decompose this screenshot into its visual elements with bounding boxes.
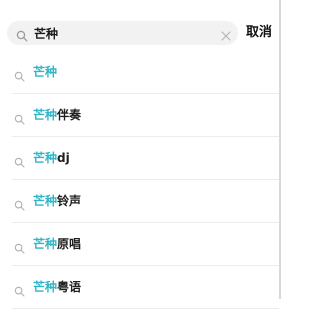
suggestion-item[interactable]: 芒种 (0, 51, 279, 94)
suggestion-item[interactable]: 芒种伴奏 (0, 94, 279, 137)
suggestion-list: 芒种 芒种伴奏 芒种dj 芒种铃声 芒种原唱 芒种粤语 (0, 51, 279, 309)
search-icon (14, 239, 25, 254)
search-box[interactable] (7, 21, 238, 45)
suggestion-match: 芒种 (33, 237, 58, 251)
suggestion-item[interactable]: 芒种铃声 (0, 180, 279, 223)
suggestion-item[interactable]: 芒种原唱 (0, 223, 279, 266)
search-icon (14, 110, 25, 125)
search-icon (16, 27, 28, 42)
search-icon (14, 196, 25, 211)
suggestion-text: 芒种粤语 (33, 279, 81, 295)
suggestion-rest: dj (57, 151, 70, 165)
suggestion-text: 芒种铃声 (33, 193, 81, 209)
search-icon (14, 153, 25, 168)
search-icon (14, 282, 25, 297)
search-input[interactable] (34, 23, 214, 43)
suggestion-rest: 原唱 (57, 237, 82, 251)
suggestion-match: 芒种 (33, 151, 58, 165)
suggestion-rest: 伴奏 (57, 108, 82, 122)
suggestion-rest: 铃声 (57, 194, 82, 208)
suggestion-match: 芒种 (33, 65, 58, 79)
scroll-edge (279, 0, 281, 299)
close-icon[interactable] (220, 27, 232, 41)
suggestion-match: 芒种 (33, 108, 58, 122)
suggestion-rest: 粤语 (57, 280, 82, 294)
suggestion-text: 芒种 (33, 64, 57, 80)
suggestion-text: 芒种dj (33, 150, 70, 166)
suggestion-match: 芒种 (33, 280, 58, 294)
suggestion-item[interactable]: 芒种dj (0, 137, 279, 180)
suggestion-match: 芒种 (33, 194, 58, 208)
cancel-button[interactable]: 取消 (246, 24, 272, 42)
search-icon (14, 67, 25, 82)
suggestion-text: 芒种伴奏 (33, 107, 81, 123)
suggestion-text: 芒种原唱 (33, 236, 81, 252)
suggestion-item[interactable]: 芒种粤语 (0, 266, 279, 309)
